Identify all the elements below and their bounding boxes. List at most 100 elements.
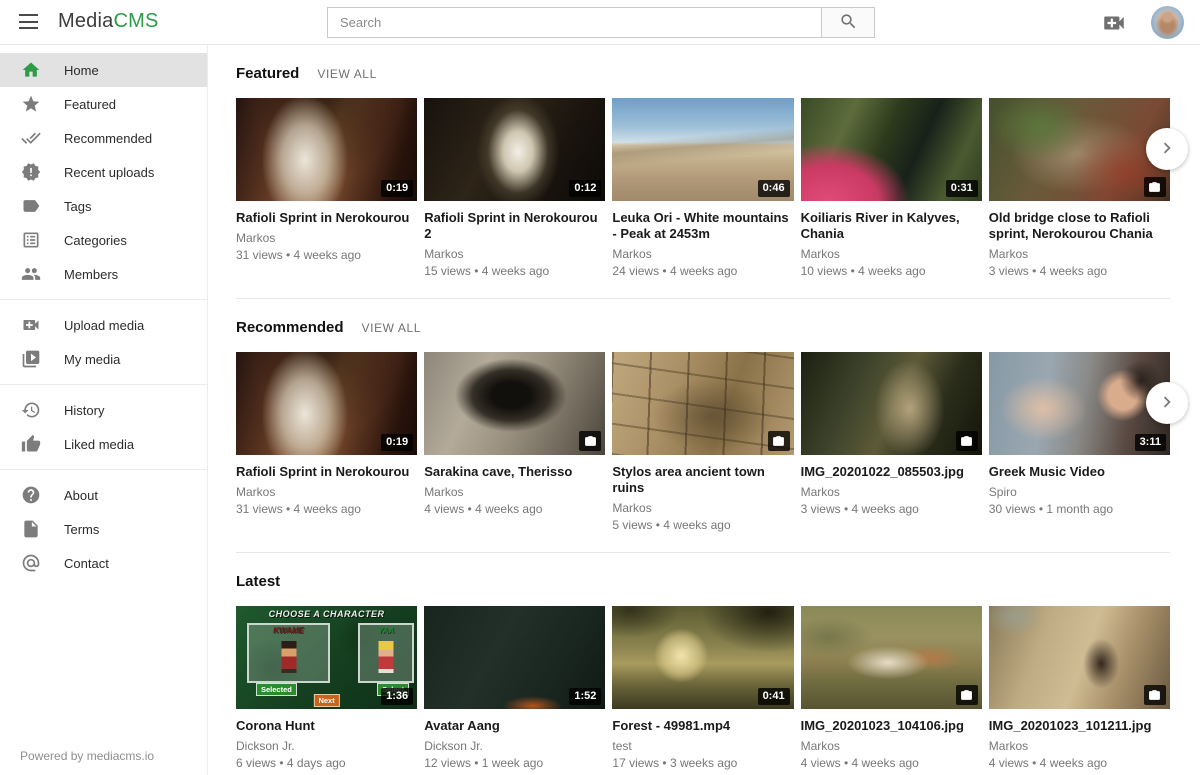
media-card[interactable]: 0:46 Leuka Ori - White mountains - Peak a… <box>612 98 793 278</box>
media-card[interactable]: 0:41Forest - 49981.mp4test17 views • 3 w… <box>612 606 793 770</box>
main-content: FeaturedVIEW ALL0:19Rafioli Sprint in Ne… <box>208 45 1200 775</box>
media-title[interactable]: IMG_20201023_101211.jpg <box>989 718 1170 734</box>
media-thumbnail-sarakina-cave[interactable] <box>424 352 605 455</box>
sidebar-item-featured[interactable]: Featured <box>0 87 207 121</box>
media-card[interactable]: IMG_20201023_101211.jpgMarkos4 views • 4… <box>989 606 1170 770</box>
sidebar-item-label: History <box>64 403 104 418</box>
media-thumbnail-river-kayak[interactable]: 0:31 <box>801 98 982 201</box>
sidebar-item-my-media[interactable]: My media <box>0 342 207 376</box>
media-thumbnail-avatar-aang[interactable]: 1:52 <box>424 606 605 709</box>
media-thumbnail-mountains[interactable]: 0:46 <box>612 98 793 201</box>
media-author[interactable]: Markos <box>612 501 793 515</box>
media-card[interactable]: IMG_20201022_085503.jpgMarkos3 views • 4… <box>801 352 982 532</box>
media-title[interactable]: Sarakina cave, Therisso <box>424 464 605 480</box>
media-title[interactable]: IMG_20201022_085503.jpg <box>801 464 982 480</box>
media-card[interactable]: Old bridge close to Rafioli sprint, Nero… <box>989 98 1170 278</box>
media-title[interactable]: Rafioli Sprint in Nerokourou <box>236 464 417 480</box>
media-thumbnail-canyon[interactable] <box>801 352 982 455</box>
media-author[interactable]: Markos <box>989 247 1170 261</box>
media-row: CHOOSE A CHARACTERKWAMEYAASelectedSelect… <box>236 606 1170 770</box>
media-title[interactable]: Avatar Aang <box>424 718 605 734</box>
sidebar-item-history[interactable]: History <box>0 393 207 427</box>
media-author[interactable]: Markos <box>424 247 605 261</box>
sidebar-item-upload-media[interactable]: Upload media <box>0 308 207 342</box>
sidebar-item-recent-uploads[interactable]: Recent uploads <box>0 155 207 189</box>
sidebar-item-tags[interactable]: Tags <box>0 189 207 223</box>
view-all-link[interactable]: VIEW ALL <box>317 67 377 81</box>
media-title[interactable]: Stylos area ancient town ruins <box>612 464 793 496</box>
media-thumbnail-greek-music[interactable]: 3:11 <box>989 352 1170 455</box>
media-meta: 30 views • 1 month ago <box>989 502 1170 516</box>
media-author[interactable]: Markos <box>989 739 1170 753</box>
media-thumbnail-old-bridge[interactable] <box>989 98 1170 201</box>
scroll-right-button[interactable] <box>1146 382 1188 424</box>
media-card[interactable]: CHOOSE A CHARACTERKWAMEYAASelectedSelect… <box>236 606 417 770</box>
media-title[interactable]: Rafioli Sprint in Nerokourou <box>236 210 417 226</box>
media-card[interactable]: IMG_20201023_104106.jpgMarkos4 views • 4… <box>801 606 982 770</box>
sidebar-item-about[interactable]: About <box>0 478 207 512</box>
media-author[interactable]: Markos <box>801 485 982 499</box>
media-card[interactable]: 3:11 Greek Music Video Spiro 30 views • 1 m… <box>989 352 1170 532</box>
menu-icon[interactable] <box>19 14 38 29</box>
sidebar-item-recommended[interactable]: Recommended <box>0 121 207 155</box>
avatar[interactable] <box>1151 6 1184 39</box>
media-title[interactable]: IMG_20201023_104106.jpg <box>801 718 982 734</box>
media-card[interactable]: 0:31 Koiliaris River in Kalyves, Chania Ma… <box>801 98 982 278</box>
media-thumbnail-stylos-ruins[interactable] <box>612 352 793 455</box>
media-author[interactable]: Markos <box>236 231 417 245</box>
media-card[interactable]: 0:19Rafioli Sprint in NerokourouMarkos31… <box>236 98 417 278</box>
upload-media-icon[interactable] <box>1101 10 1127 36</box>
media-title[interactable]: Leuka Ori - White mountains - Peak at 24… <box>612 210 793 242</box>
media-thumbnail-monastery[interactable] <box>801 606 982 709</box>
media-title[interactable]: Old bridge close to Rafioli sprint, Nero… <box>989 210 1170 242</box>
media-author[interactable]: Spiro <box>989 485 1170 499</box>
character-sprite-right <box>379 641 394 673</box>
search-button[interactable] <box>822 7 875 38</box>
photo-badge <box>956 685 978 705</box>
sidebar-item-contact[interactable]: Contact <box>0 546 207 580</box>
media-author[interactable]: Markos <box>424 485 605 499</box>
media-title[interactable]: Rafioli Sprint in Nerokourou 2 <box>424 210 605 242</box>
media-card[interactable]: 0:19Rafioli Sprint in NerokourouMarkos31… <box>236 352 417 532</box>
media-author[interactable]: Markos <box>612 247 793 261</box>
media-thumbnail-forest[interactable]: 0:41 <box>612 606 793 709</box>
media-title[interactable]: Koiliaris River in Kalyves, Chania <box>801 210 982 242</box>
character-panel-right: YAA <box>358 623 414 683</box>
media-author[interactable]: Dickson Jr. <box>424 739 605 753</box>
media-title[interactable]: Forest - 49981.mp4 <box>612 718 793 734</box>
view-all-link[interactable]: VIEW ALL <box>362 321 422 335</box>
duration-badge: 1:36 <box>381 688 413 705</box>
media-author[interactable]: Dickson Jr. <box>236 739 417 753</box>
sidebar-item-liked-media[interactable]: Liked media <box>0 427 207 461</box>
app-logo[interactable]: MediaCMS <box>58 10 159 33</box>
media-author[interactable]: Markos <box>236 485 417 499</box>
sidebar-item-categories[interactable]: Categories <box>0 223 207 257</box>
new-releases-icon <box>21 162 41 182</box>
media-author[interactable]: Markos <box>801 739 982 753</box>
media-author[interactable]: Markos <box>801 247 982 261</box>
duration-badge: 0:19 <box>381 434 413 451</box>
media-thumbnail-stone-ruin[interactable] <box>989 606 1170 709</box>
chevron-right-icon <box>1156 137 1178 162</box>
media-title[interactable]: Corona Hunt <box>236 718 417 734</box>
media-title[interactable]: Greek Music Video <box>989 464 1170 480</box>
media-thumbnail-waterfall-cave[interactable]: 0:19 <box>236 98 417 201</box>
media-card[interactable]: Stylos area ancient town ruinsMarkos5 vi… <box>612 352 793 532</box>
sidebar-item-home[interactable]: Home <box>0 53 207 87</box>
help-icon <box>21 485 41 505</box>
scroll-right-button[interactable] <box>1146 128 1188 170</box>
media-thumbnail-waterfall-dark[interactable]: 0:12 <box>424 98 605 201</box>
sidebar-item-members[interactable]: Members <box>0 257 207 291</box>
star-icon <box>21 94 41 114</box>
photo-badge <box>1144 177 1166 197</box>
media-author[interactable]: test <box>612 739 793 753</box>
media-card[interactable]: 0:12 Rafioli Sprint in Nerokourou 2 Markos… <box>424 98 605 278</box>
media-thumbnail-corona-hunt[interactable]: CHOOSE A CHARACTERKWAMEYAASelectedSelect… <box>236 606 417 709</box>
photo-badge <box>1144 685 1166 705</box>
media-card[interactable]: 1:52Avatar AangDickson Jr.12 views • 1 w… <box>424 606 605 770</box>
photo-badge <box>579 431 601 451</box>
search-input[interactable] <box>327 7 822 38</box>
sidebar-item-terms[interactable]: Terms <box>0 512 207 546</box>
media-thumbnail-waterfall-cave[interactable]: 0:19 <box>236 352 417 455</box>
media-card[interactable]: Sarakina cave, TherissoMarkos4 views • 4… <box>424 352 605 532</box>
